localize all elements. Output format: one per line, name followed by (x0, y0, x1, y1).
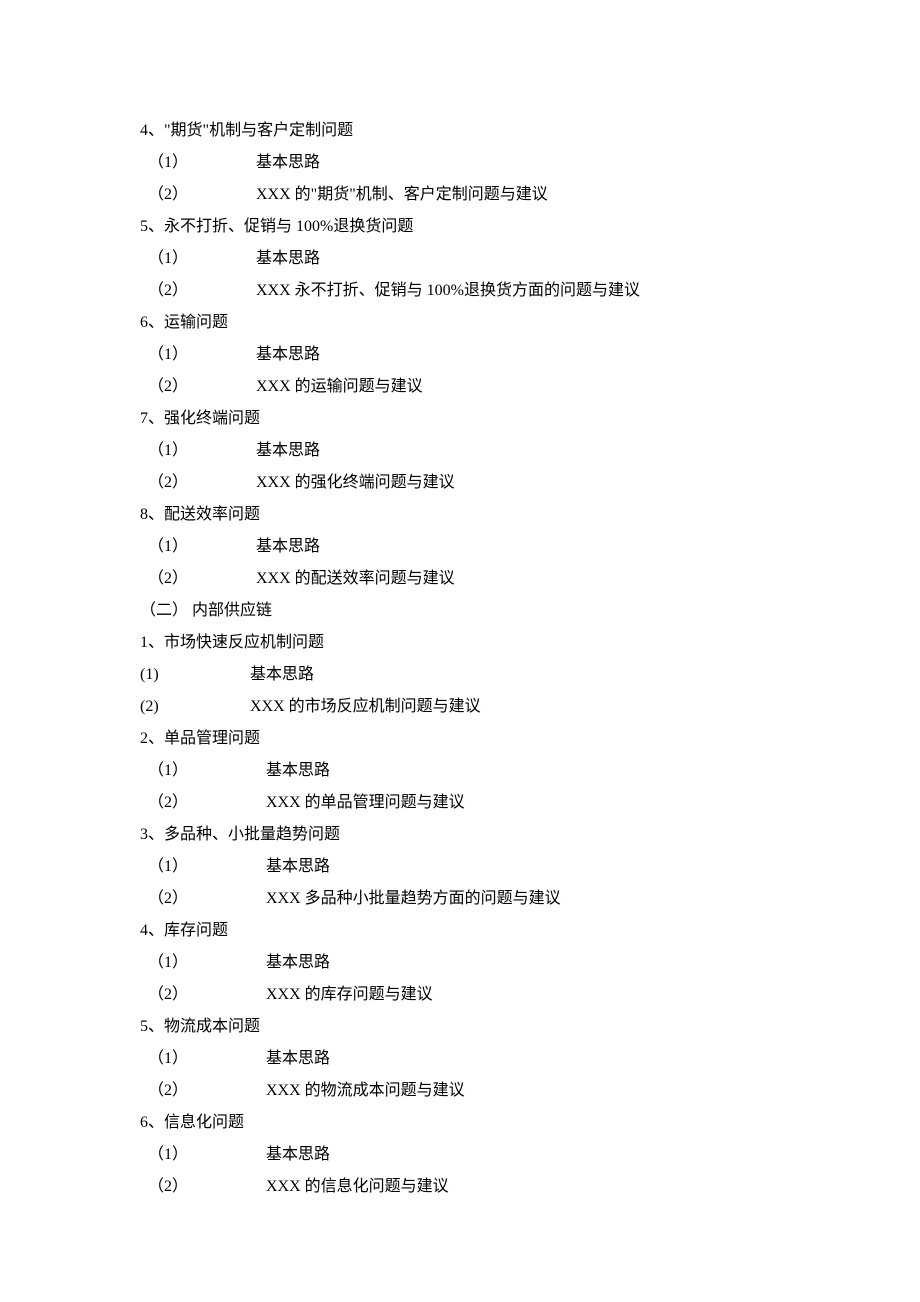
subitem-text: XXX 的单品管理问题与建议 (266, 787, 465, 819)
item-heading: 5、永不打折、促销与 100%退换货问题 (140, 211, 413, 243)
subitem-text: 基本思路 (266, 851, 330, 883)
document-line: （2）XXX 的库存问题与建议 (140, 979, 780, 1011)
subitem-label: (1) (140, 659, 250, 691)
subitem-label: （2） (140, 787, 266, 819)
document-line: （2）XXX 的配送效率问题与建议 (140, 563, 780, 595)
document-line: 5、物流成本问题 (140, 1011, 780, 1043)
document-line: （2）XXX 的信息化问题与建议 (140, 1171, 780, 1203)
subitem-text: XXX 的物流成本问题与建议 (266, 1075, 465, 1107)
document-line: 4、"期货"机制与客户定制问题 (140, 115, 780, 147)
document-line: （1）基本思路 (140, 1043, 780, 1075)
subitem-label: （1） (140, 1043, 266, 1075)
item-heading: 5、物流成本问题 (140, 1011, 260, 1043)
subitem-label: （2） (140, 275, 256, 307)
subitem-label: （2） (140, 371, 256, 403)
document-line: （二） 内部供应链 (140, 595, 780, 627)
document-line: （1）基本思路 (140, 947, 780, 979)
document-line: （1）基本思路 (140, 243, 780, 275)
subitem-text: XXX 的市场反应机制问题与建议 (250, 691, 481, 723)
subitem-label: （2） (140, 467, 256, 499)
item-heading: 6、信息化问题 (140, 1107, 244, 1139)
item-heading: 4、"期货"机制与客户定制问题 (140, 115, 353, 147)
subitem-label: （2） (140, 883, 266, 915)
subitem-text: 基本思路 (266, 755, 330, 787)
document-line: （1）基本思路 (140, 851, 780, 883)
subitem-label: (2) (140, 691, 250, 723)
subitem-text: XXX 永不打折、促销与 100%退换货方面的问题与建议 (256, 275, 640, 307)
subitem-text: 基本思路 (256, 531, 320, 563)
document-body: 4、"期货"机制与客户定制问题（1）基本思路（2）XXX 的"期货"机制、客户定… (140, 115, 780, 1203)
document-line: （2）XXX 的物流成本问题与建议 (140, 1075, 780, 1107)
subitem-label: （1） (140, 755, 266, 787)
document-line: （2）XXX 多品种小批量趋势方面的问题与建议 (140, 883, 780, 915)
document-line: （1）基本思路 (140, 147, 780, 179)
document-line: 6、信息化问题 (140, 1107, 780, 1139)
item-heading: 7、强化终端问题 (140, 403, 260, 435)
subitem-text: 基本思路 (266, 1043, 330, 1075)
subitem-label: （1） (140, 1139, 266, 1171)
item-heading: 6、运输问题 (140, 307, 228, 339)
subitem-label: （2） (140, 563, 256, 595)
subitem-text: XXX 的运输问题与建议 (256, 371, 423, 403)
item-heading: 2、单品管理问题 (140, 723, 260, 755)
subitem-label: （1） (140, 147, 256, 179)
subitem-label: （2） (140, 979, 266, 1011)
subitem-text: 基本思路 (250, 659, 314, 691)
subitem-text: 基本思路 (266, 1139, 330, 1171)
item-heading: 3、多品种、小批量趋势问题 (140, 819, 340, 851)
document-line: 6、运输问题 (140, 307, 780, 339)
document-line: 3、多品种、小批量趋势问题 (140, 819, 780, 851)
document-line: （1）基本思路 (140, 339, 780, 371)
document-line: （1）基本思路 (140, 1139, 780, 1171)
section-heading: （二） 内部供应链 (140, 595, 272, 627)
item-heading: 4、库存问题 (140, 915, 228, 947)
subitem-text: XXX 的库存问题与建议 (266, 979, 433, 1011)
document-line: 1、市场快速反应机制问题 (140, 627, 780, 659)
document-line: 5、永不打折、促销与 100%退换货问题 (140, 211, 780, 243)
subitem-text: XXX 的信息化问题与建议 (266, 1171, 449, 1203)
subitem-label: （2） (140, 179, 256, 211)
document-line: 8、配送效率问题 (140, 499, 780, 531)
document-line: （2）XXX 永不打折、促销与 100%退换货方面的问题与建议 (140, 275, 780, 307)
document-line: (1)基本思路 (140, 659, 780, 691)
subitem-text: 基本思路 (256, 435, 320, 467)
document-line: (2)XXX 的市场反应机制问题与建议 (140, 691, 780, 723)
subitem-text: XXX 的强化终端问题与建议 (256, 467, 455, 499)
document-line: （2）XXX 的单品管理问题与建议 (140, 787, 780, 819)
subitem-text: 基本思路 (256, 147, 320, 179)
document-line: （2）XXX 的强化终端问题与建议 (140, 467, 780, 499)
document-line: （1）基本思路 (140, 755, 780, 787)
subitem-label: （1） (140, 435, 256, 467)
subitem-text: XXX 多品种小批量趋势方面的问题与建议 (266, 883, 561, 915)
document-line: 2、单品管理问题 (140, 723, 780, 755)
document-line: （1）基本思路 (140, 531, 780, 563)
document-line: （2）XXX 的"期货"机制、客户定制问题与建议 (140, 179, 780, 211)
subitem-label: （2） (140, 1075, 266, 1107)
subitem-text: XXX 的配送效率问题与建议 (256, 563, 455, 595)
document-line: （1）基本思路 (140, 435, 780, 467)
subitem-label: （1） (140, 531, 256, 563)
subitem-text: 基本思路 (256, 339, 320, 371)
document-line: 7、强化终端问题 (140, 403, 780, 435)
subitem-label: （1） (140, 947, 266, 979)
subitem-label: （2） (140, 1171, 266, 1203)
subitem-text: XXX 的"期货"机制、客户定制问题与建议 (256, 179, 548, 211)
subitem-text: 基本思路 (266, 947, 330, 979)
subitem-text: 基本思路 (256, 243, 320, 275)
document-line: 4、库存问题 (140, 915, 780, 947)
subitem-label: （1） (140, 851, 266, 883)
document-line: （2）XXX 的运输问题与建议 (140, 371, 780, 403)
subitem-label: （1） (140, 243, 256, 275)
subitem-label: （1） (140, 339, 256, 371)
item-heading: 1、市场快速反应机制问题 (140, 627, 324, 659)
item-heading: 8、配送效率问题 (140, 499, 260, 531)
